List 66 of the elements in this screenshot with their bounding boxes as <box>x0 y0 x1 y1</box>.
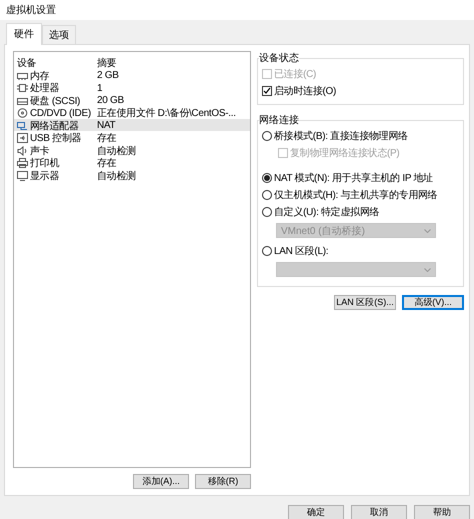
panel-button[interactable]: 高级(V)... <box>402 295 464 310</box>
device-summary: NAT <box>97 120 116 131</box>
tab[interactable]: 硬件 <box>6 23 42 45</box>
list-button[interactable]: 添加(A)... <box>133 474 189 489</box>
device-name: 处理器 <box>30 82 60 95</box>
device-row[interactable]: 网络适配器 NAT <box>14 118 250 131</box>
window-title: 虚拟机设置 <box>0 0 474 20</box>
dialog-button[interactable]: 确定 <box>288 505 344 519</box>
device-name: USB 控制器 <box>30 132 82 145</box>
radio-button[interactable] <box>262 246 272 256</box>
group-title: 设备状态 <box>259 52 299 65</box>
chip-icon <box>17 83 28 93</box>
option-label: NAT 模式(N): 用于共享主机的 IP 地址 <box>274 172 433 185</box>
device-row[interactable]: CD/DVD (IDE) 正在使用文件 D:\备份\CentOS-... <box>14 106 250 118</box>
speaker-icon <box>17 146 28 156</box>
radio-button[interactable] <box>262 190 272 200</box>
device-name: CD/DVD (IDE) <box>30 108 91 118</box>
column-header: 摘要 <box>97 56 118 70</box>
group-title: 网络连接 <box>259 114 299 127</box>
device-name: 声卡 <box>30 144 50 158</box>
option-label: 自定义(U): 特定虚拟网络 <box>274 206 380 219</box>
monitor-icon <box>17 170 28 180</box>
list-button[interactable]: 移除(R) <box>195 474 251 489</box>
checkbox[interactable] <box>262 86 272 96</box>
device-row[interactable]: 打印机 存在 <box>14 156 250 168</box>
printer-icon <box>17 158 28 168</box>
option-label: 已连接(C) <box>274 68 316 81</box>
tab[interactable]: 选项 <box>42 25 76 45</box>
device-summary: 自动检测 <box>97 170 137 182</box>
chevron-down-icon <box>424 268 431 272</box>
device-row[interactable]: USB 控制器 存在 <box>14 131 250 144</box>
option-label: 桥接模式(B): 直接连接物理网络 <box>274 130 408 143</box>
option-label: 仅主机模式(H): 与主机共享的专用网络 <box>274 188 438 202</box>
device-name: 打印机 <box>30 156 60 170</box>
device-name: 网络适配器 <box>30 120 79 132</box>
network-icon <box>17 120 28 130</box>
chevron-down-icon <box>424 228 431 232</box>
device-name: 内存 <box>30 70 50 82</box>
radio-button[interactable] <box>262 207 272 217</box>
column-header: 设备 <box>17 57 38 70</box>
device-row[interactable]: 处理器 1 <box>14 81 250 94</box>
dialog-button[interactable]: 帮助 <box>414 505 470 519</box>
device-row[interactable]: 显示器 自动检测 <box>14 168 250 181</box>
option-label: 启动时连接(O) <box>274 84 336 98</box>
device-summary: 1 <box>97 82 104 94</box>
panel-button[interactable]: LAN 区段(S)... <box>334 295 396 310</box>
option-label: 复制物理网络连接状态(P) <box>290 146 400 160</box>
device-summary: 存在 <box>97 157 118 170</box>
radio-button[interactable] <box>262 131 272 141</box>
device-row[interactable]: 内存 2 GB <box>14 68 250 81</box>
device-summary: 存在 <box>97 132 118 145</box>
device-summary: 正在使用文件 D:\备份\CentOS-... <box>97 106 237 120</box>
checkmark-icon <box>263 87 271 95</box>
usb-icon <box>17 133 28 143</box>
device-row[interactable]: 硬盘 (SCSI) 20 GB <box>14 94 250 106</box>
disc-icon <box>17 108 28 118</box>
device-summary: 自动检测 <box>97 144 137 158</box>
device-name: 硬盘 (SCSI) <box>30 94 80 108</box>
device-name: 显示器 <box>30 170 60 182</box>
radio-button[interactable] <box>262 173 272 183</box>
dialog-button[interactable]: 取消 <box>351 505 407 519</box>
device-row[interactable]: 声卡 自动检测 <box>14 144 250 156</box>
device-summary: 2 GB <box>97 70 120 81</box>
device-summary: 20 GB <box>97 95 125 106</box>
option-label: LAN 区段(L): <box>274 245 328 258</box>
memory-icon <box>17 70 28 80</box>
